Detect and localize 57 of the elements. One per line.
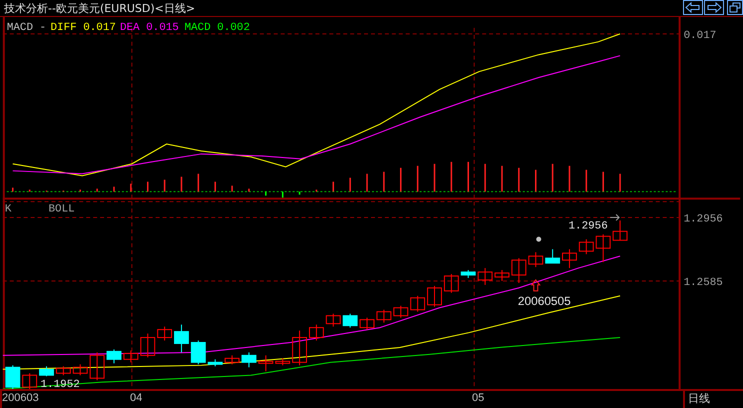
- period-label: 日线: [687, 391, 710, 408]
- candlestick: [292, 330, 307, 366]
- candlestick: [360, 317, 374, 330]
- candlestick: [511, 258, 526, 284]
- candlestick: [308, 324, 324, 341]
- candlestick: [22, 372, 38, 390]
- legend-label: MACD -: [6, 22, 46, 34]
- panel-label: K: [4, 204, 12, 216]
- candlestick: [224, 354, 240, 365]
- axis-label: 1.2956: [684, 213, 723, 226]
- axis-label: 0.017: [684, 30, 716, 42]
- candlestick: [596, 234, 611, 263]
- candlestick: [545, 248, 560, 264]
- candlestick: [444, 274, 459, 294]
- candlestick: [39, 366, 54, 377]
- candlestick: [460, 270, 476, 278]
- candlestick: [174, 324, 189, 353]
- candlestick: [376, 309, 392, 324]
- candlestick: [528, 252, 544, 268]
- marker-dot: [536, 236, 542, 242]
- candlestick: [393, 305, 408, 318]
- candlestick: [5, 364, 20, 390]
- candlestick: [140, 333, 156, 358]
- up-arrow-icon: [530, 279, 541, 292]
- window-title: 技术分析--欧元美元(EURUSD)<日线>: [3, 0, 196, 16]
- candlestick: [275, 358, 290, 366]
- high-price-label: 1.2956: [568, 220, 608, 232]
- date-axis-label: 200603: [2, 392, 39, 404]
- candlestick: [190, 340, 206, 365]
- candlestick: [123, 350, 138, 363]
- candlestick: [427, 285, 442, 308]
- candlestick: [258, 354, 274, 372]
- candlestick: [562, 248, 577, 269]
- candlestick: [242, 352, 256, 368]
- restore-window-icon[interactable]: [727, 0, 743, 15]
- candlestick: [342, 313, 358, 328]
- legend-label: MACD 0.002: [184, 22, 250, 34]
- candlestick: [578, 238, 594, 255]
- candlestick: [72, 364, 88, 376]
- candlestick: [478, 268, 493, 286]
- axis-label: 1.2585: [684, 276, 723, 289]
- date-label: 20060505: [518, 294, 571, 308]
- candlestick: [494, 270, 510, 282]
- candlestick: [326, 313, 341, 328]
- date-axis-label: 04: [130, 392, 142, 404]
- legend-label: DIFF 0.017: [50, 22, 116, 34]
- date-axis-label: 05: [472, 392, 484, 404]
- candlestick: [410, 295, 426, 312]
- candlestick: [106, 348, 122, 364]
- candlestick: [90, 352, 105, 381]
- candlestick: [157, 326, 172, 341]
- arrow-icon: [610, 214, 620, 221]
- panel-label: BOLL: [48, 204, 75, 216]
- legend-label: DEA 0.015: [120, 22, 179, 34]
- candlestick: [56, 366, 71, 376]
- candlestick: [208, 358, 223, 367]
- candlestick: [612, 220, 628, 241]
